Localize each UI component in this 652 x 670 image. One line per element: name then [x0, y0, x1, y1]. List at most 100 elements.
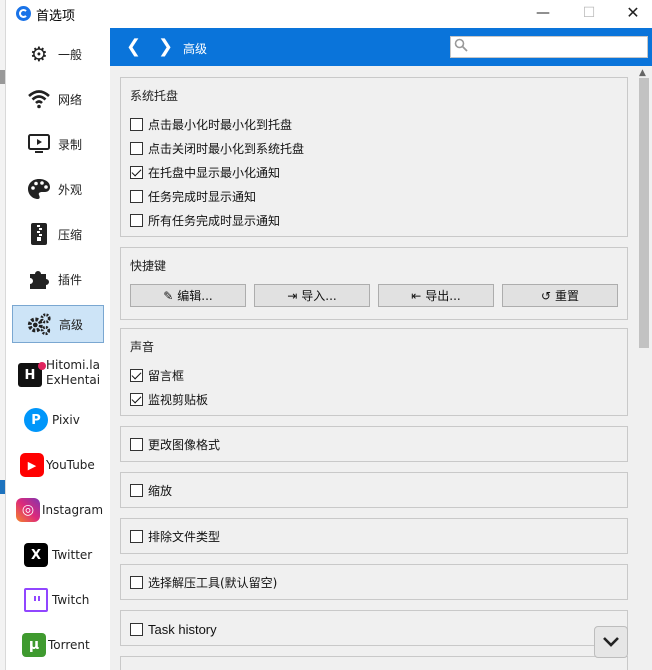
- instagram-icon: ◎: [16, 498, 40, 522]
- task-history-group: Task history: [120, 610, 628, 646]
- screen-record-icon: [26, 131, 52, 157]
- search-input[interactable]: [450, 36, 648, 58]
- group-title: 系统托盘: [130, 89, 179, 103]
- checkbox[interactable]: [130, 483, 143, 497]
- sidebar-item-general[interactable]: ⚙ 一般: [12, 35, 104, 73]
- image-format-group: 更改图像格式: [120, 426, 628, 462]
- palette-icon: [26, 176, 52, 202]
- checkbox[interactable]: [130, 392, 143, 406]
- window-title: 首选项: [36, 9, 76, 24]
- reset-icon: ↺: [540, 288, 552, 303]
- checkbox[interactable]: [130, 622, 143, 636]
- checkbox[interactable]: [130, 213, 143, 227]
- sidebar-item-label: 高级: [59, 317, 84, 332]
- sidebar: ⚙ 一般 网络 录制 外观 压缩 插件 高级 H Hitomi.la ExHen…: [6, 28, 110, 670]
- sound-option-message-box[interactable]: 留言框: [130, 367, 184, 383]
- export-button[interactable]: ⇤ 导出...: [378, 284, 494, 307]
- option-extract-tool[interactable]: 选择解压工具(默认留空): [130, 574, 277, 590]
- sidebar-item-label: Torrent: [48, 637, 90, 652]
- sidebar-item-label: 外观: [58, 182, 83, 197]
- app-icon: [16, 6, 31, 21]
- checkbox[interactable]: [130, 368, 143, 382]
- sidebar-item-label: YouTube: [46, 457, 95, 472]
- import-button[interactable]: ⇥ 导入...: [254, 284, 370, 307]
- back-button[interactable]: ❮: [126, 36, 141, 57]
- sidebar-item-label: Hitomi.la ExHentai: [46, 358, 101, 387]
- tray-option-notify-minimize[interactable]: 在托盘中显示最小化通知: [130, 164, 280, 180]
- tray-option-minimize[interactable]: 点击最小化时最小化到托盘: [130, 116, 292, 132]
- scrollbar[interactable]: ▲: [636, 66, 652, 670]
- sidebar-item-appearance[interactable]: 外观: [12, 170, 104, 208]
- sidebar-item-instagram[interactable]: ◎ Instagram: [12, 491, 104, 529]
- extract-tool-group: 选择解压工具(默认留空): [120, 564, 628, 600]
- checkbox[interactable]: [130, 165, 143, 179]
- sidebar-item-label: 一般: [58, 47, 83, 62]
- tray-option-notify-all[interactable]: 所有任务完成时显示通知: [130, 212, 280, 228]
- sidebar-item-label: 录制: [58, 137, 83, 152]
- pixiv-icon: P: [24, 408, 48, 432]
- sidebar-item-label: 压缩: [58, 227, 83, 242]
- tray-option-notify-task[interactable]: 任务完成时显示通知: [130, 188, 256, 204]
- sidebar-item-advanced[interactable]: 高级: [12, 305, 104, 343]
- minimize-button[interactable]: —: [520, 0, 566, 28]
- background-window-mark: [0, 480, 5, 494]
- gear-icon: ⚙: [30, 42, 48, 66]
- header-bar: ❮ ❯ 高级: [110, 28, 652, 66]
- chevron-down-icon: [603, 637, 619, 647]
- import-icon: ⇥: [287, 288, 298, 303]
- utorrent-icon: µ: [22, 633, 46, 657]
- sidebar-item-twitter[interactable]: X Twitter: [12, 536, 104, 574]
- option-exclude-filetypes[interactable]: 排除文件类型: [130, 528, 220, 544]
- scroll-up-arrow-icon[interactable]: ▲: [639, 68, 646, 78]
- exclude-filetype-group: 排除文件类型: [120, 518, 628, 554]
- sidebar-item-network[interactable]: 网络: [12, 80, 104, 118]
- checkbox[interactable]: [130, 529, 143, 543]
- sidebar-item-compress[interactable]: 压缩: [12, 215, 104, 253]
- sidebar-item-hitomi[interactable]: H Hitomi.la ExHentai: [12, 354, 104, 396]
- tray-option-close[interactable]: 点击关闭时最小化到系统托盘: [130, 140, 304, 156]
- option-task-history[interactable]: Task history: [130, 621, 217, 637]
- group-title: 快捷键: [130, 259, 167, 273]
- youtube-icon: ▶: [20, 453, 44, 477]
- resize-group: 缩放: [120, 472, 628, 508]
- scroll-down-button[interactable]: [594, 626, 628, 658]
- forward-button[interactable]: ❯: [158, 36, 173, 57]
- scroll-thumb[interactable]: [639, 78, 649, 348]
- wifi-icon: [26, 86, 52, 112]
- close-button[interactable]: ✕: [610, 0, 652, 28]
- option-change-image-format[interactable]: 更改图像格式: [130, 436, 220, 452]
- sound-group: 声音 留言框 监视剪贴板: [120, 328, 628, 416]
- sidebar-item-plugins[interactable]: 插件: [12, 260, 104, 298]
- partial-group: [120, 656, 628, 670]
- checkbox[interactable]: [130, 575, 143, 589]
- checkbox[interactable]: [130, 189, 143, 203]
- sidebar-item-record[interactable]: 录制: [12, 125, 104, 163]
- sidebar-item-label: Twitch: [52, 592, 90, 607]
- sidebar-item-torrent[interactable]: µ Torrent: [12, 626, 104, 664]
- export-icon: ⇤: [411, 288, 422, 303]
- background-window-mark: [0, 70, 5, 84]
- shortcut-group: 快捷键 ✎ 编辑... ⇥ 导入... ⇤ 导出... ↺ 重置: [120, 247, 628, 320]
- pencil-icon: ✎: [163, 288, 174, 303]
- checkbox[interactable]: [130, 141, 143, 155]
- sidebar-item-twitch[interactable]: Twitch: [12, 581, 104, 619]
- sidebar-item-label: Instagram: [42, 502, 104, 517]
- maximize-button[interactable]: ☐: [566, 0, 612, 28]
- sidebar-item-pixiv[interactable]: P Pixiv: [12, 401, 104, 439]
- zip-icon: [26, 221, 52, 247]
- edit-button[interactable]: ✎ 编辑...: [130, 284, 246, 307]
- group-title: 声音: [130, 340, 155, 354]
- sidebar-item-youtube[interactable]: ▶ YouTube: [12, 446, 104, 484]
- reset-button[interactable]: ↺ 重置: [502, 284, 618, 307]
- option-resize[interactable]: 缩放: [130, 482, 172, 498]
- sound-option-clipboard[interactable]: 监视剪贴板: [130, 391, 208, 407]
- title-bar: 首选项 — ☐ ✕: [6, 0, 652, 28]
- page-title: 高级: [183, 42, 208, 56]
- checkbox[interactable]: [130, 117, 143, 131]
- x-twitter-icon: X: [24, 543, 48, 567]
- checkbox[interactable]: [130, 437, 143, 451]
- main-panel: ❮ ❯ 高级 系统托盘 点击最小化时最小化到托盘 点击关闭时最小化到系统托盘 在…: [110, 28, 652, 670]
- sidebar-item-label: 网络: [58, 92, 83, 107]
- gears-icon: [26, 311, 52, 337]
- sidebar-item-label: 插件: [58, 272, 83, 287]
